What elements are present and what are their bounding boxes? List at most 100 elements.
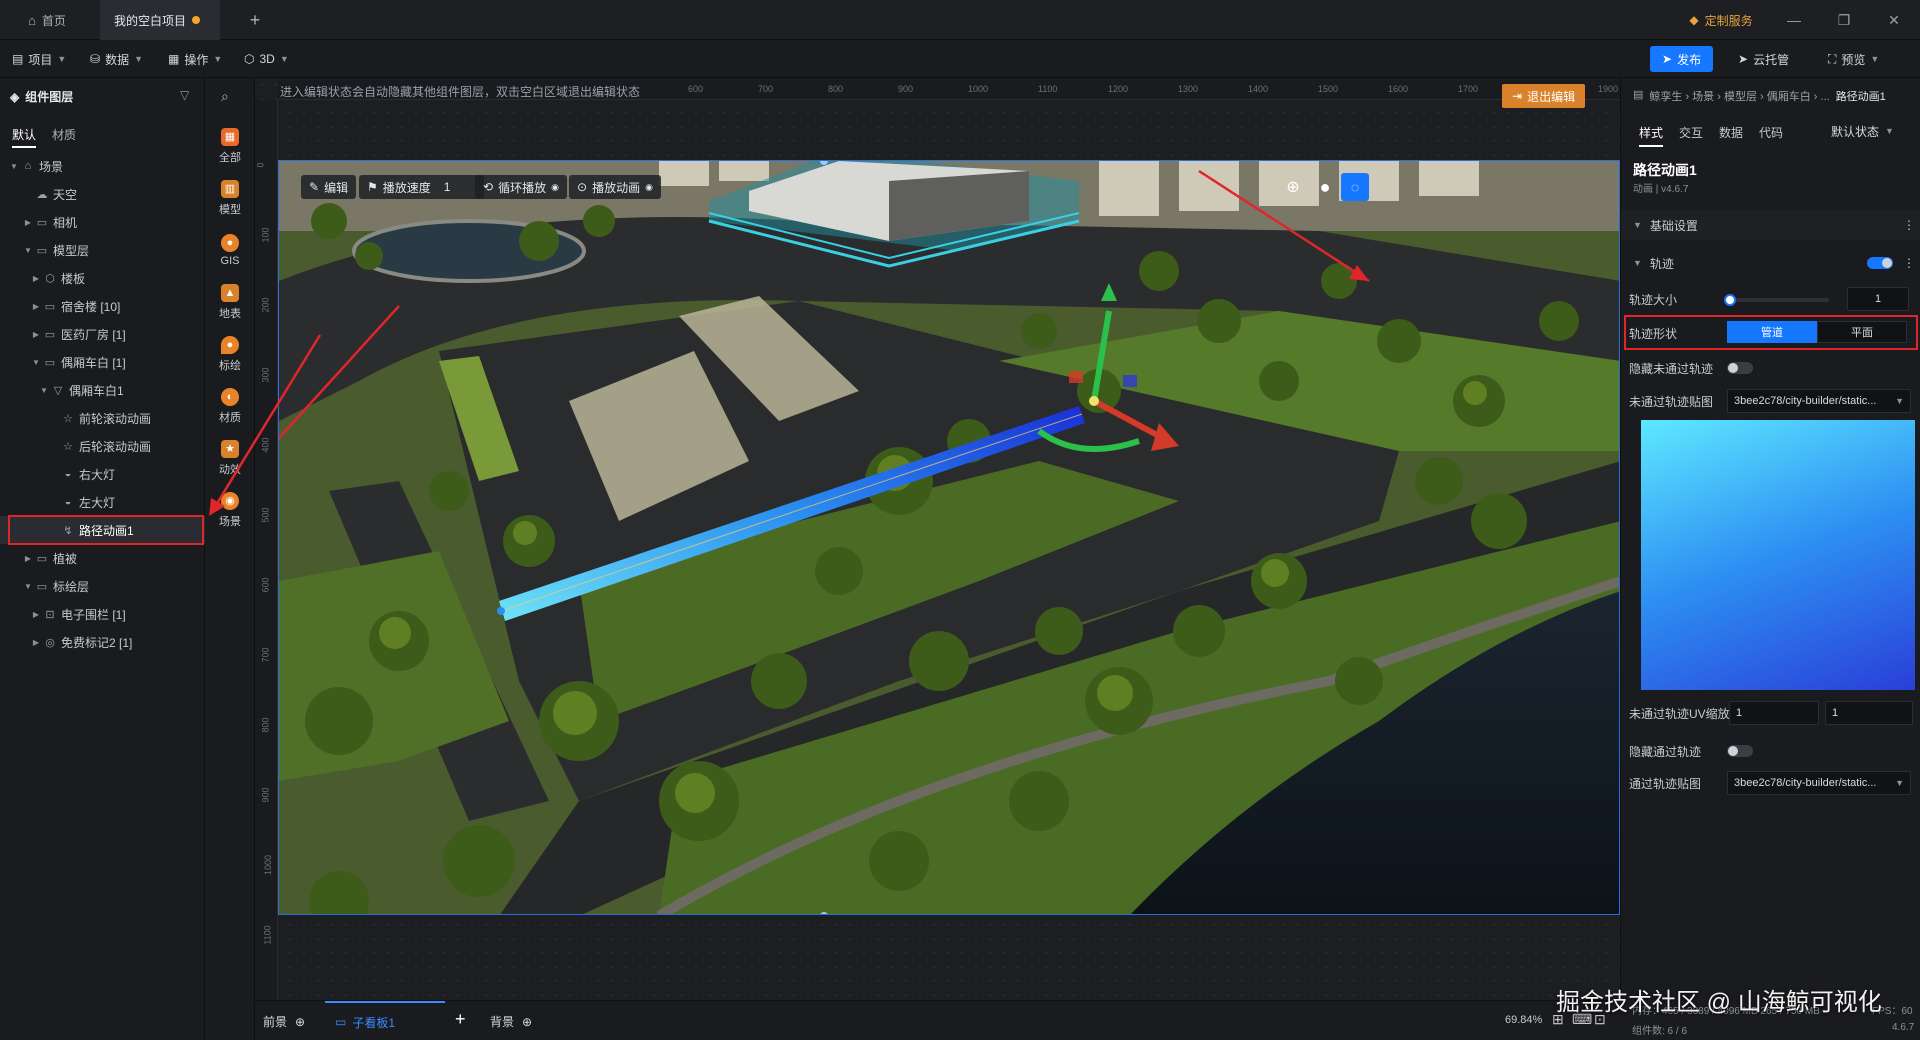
section-basic-settings[interactable]: ▼ 基础设置 ⋮ xyxy=(1621,210,1920,240)
category-label: GIS xyxy=(220,254,240,267)
play-speed-control[interactable]: ⚑ 播放速度 1 xyxy=(359,175,484,199)
category-gis[interactable]: ● GIS xyxy=(205,224,255,276)
caret-down-icon: ▼ xyxy=(10,161,18,171)
hide-unpassed-toggle[interactable] xyxy=(1727,362,1753,374)
chevron-down-icon: ▼ xyxy=(1885,126,1894,136)
tree-item-right-light[interactable]: ◒ 右大灯 xyxy=(0,460,205,488)
component-category-bar: ⌕ ▦ 全部 ▥ 模型 ● GIS ▲ 地表 ● 标绘 ◐ 材质 ★ 动效 ◉ … xyxy=(205,78,255,1040)
menu-data[interactable]: ⛁ 数据 ▼ xyxy=(90,40,143,78)
annotation-arrow-left xyxy=(209,334,322,516)
category-terrain[interactable]: ▲ 地表 xyxy=(205,276,255,328)
tab-interaction[interactable]: 交互 xyxy=(1679,124,1703,141)
breadcrumb-path[interactable]: 鲸孪生 › 场景 › 模型层 › 偶厢车白 › ... xyxy=(1649,88,1829,104)
unpassed-texture-label: 未通过轨迹贴图 xyxy=(1629,394,1714,409)
caret-right-icon: ▶ xyxy=(24,217,32,227)
minimize-button[interactable]: — xyxy=(1780,8,1808,32)
add-board-button[interactable]: + xyxy=(455,1009,466,1030)
add-tab-button[interactable]: + xyxy=(240,0,270,40)
add-circle-icon[interactable]: ⊕ xyxy=(522,1015,532,1029)
track-toggle[interactable] xyxy=(1867,257,1893,269)
tree-item-plot-layer[interactable]: ▼ ▭ 标绘层 xyxy=(0,572,205,600)
background-layer[interactable]: 背景 ⊕ xyxy=(490,1013,532,1030)
tab-material[interactable]: 材质 xyxy=(52,126,76,143)
menu-3d-label: 3D xyxy=(259,52,275,66)
uv-scale-y-input[interactable]: 1 xyxy=(1825,701,1913,725)
component-count: 组件数: 6 / 6 xyxy=(1632,1026,1688,1037)
track-size-input[interactable]: 1 xyxy=(1847,287,1909,311)
tree-item-van-group[interactable]: ▼ ▭ 偶厢车白 [1] xyxy=(0,348,205,376)
track-size-label: 轨迹大小 xyxy=(1629,292,1678,307)
file-icon: ▤ xyxy=(12,52,24,66)
board-bar: 前景 ⊕ ▭ 子看板1 + 背景 ⊕ 69.84% ⊞ ⌨ ⊡ xyxy=(255,1000,1620,1040)
tree-item-dorm[interactable]: ▶ ▭ 宿舍楼 [10] xyxy=(0,292,205,320)
tab-home[interactable]: ⌂ 首页 xyxy=(12,0,82,40)
search-icon[interactable]: ⌕ xyxy=(221,88,229,105)
uv-scale-x-input[interactable]: 1 xyxy=(1729,701,1819,725)
edit-path-button[interactable]: ✎ 编辑 xyxy=(301,175,357,199)
preview-button[interactable]: ⛶ 预览 ▼ xyxy=(1828,40,1879,78)
state-select[interactable]: 默认状态 ▼ xyxy=(1831,120,1894,142)
tree-item-factory[interactable]: ▶ ▭ 医药厂房 [1] xyxy=(0,320,205,348)
3d-viewport[interactable]: ✎ 编辑 ⚑ 播放速度 1 ⟲ 循环播放 ◉ ⊙ 播放动画 ◉ ⊕ ● ◌ xyxy=(278,160,1620,915)
category-model[interactable]: ▥ 模型 xyxy=(205,172,255,224)
tree-item-front-wheel[interactable]: ☆ 前轮滚动动画 xyxy=(0,404,205,432)
row-hide-passed: 隐藏通过轨迹 xyxy=(1621,736,1920,766)
folder-icon: ▭ xyxy=(36,580,48,593)
tab-style[interactable]: 样式 xyxy=(1639,124,1664,147)
tree-item-marker[interactable]: ▶ ◎ 免费标记2 [1] xyxy=(0,628,205,656)
menu-3d[interactable]: ⬡ 3D ▼ xyxy=(244,40,289,78)
cloud-host-button[interactable]: ➤ 云托管 xyxy=(1738,40,1789,78)
orbit-view-icon[interactable]: ◌ xyxy=(1341,173,1369,201)
tree-item-camera[interactable]: ▶ ▭ 相机 xyxy=(0,208,205,236)
caret-right-icon: ▶ xyxy=(32,329,40,339)
add-circle-icon[interactable]: ⊕ xyxy=(295,1015,305,1029)
ruler-tick-label: 1700 xyxy=(1458,84,1479,94)
speed-value[interactable]: 1 xyxy=(436,180,476,194)
hide-passed-toggle[interactable] xyxy=(1727,745,1753,757)
tree-item-model-layer[interactable]: ▼ ▭ 模型层 xyxy=(0,236,205,264)
publish-button[interactable]: ➤ 发布 xyxy=(1650,46,1714,72)
section-track[interactable]: ▼ 轨迹 ⋮ xyxy=(1621,248,1920,278)
category-all[interactable]: ▦ 全部 xyxy=(205,120,255,172)
tab-project[interactable]: 我的空白项目 xyxy=(100,0,220,40)
menu-project[interactable]: ▤ 项目 ▼ xyxy=(12,40,66,78)
tree-item-left-light[interactable]: ◒ 左大灯 xyxy=(0,488,205,516)
more-icon[interactable]: ⋮ xyxy=(1903,256,1915,270)
chevron-down-icon: ▼ xyxy=(1895,778,1904,788)
tree-item-rear-wheel[interactable]: ☆ 后轮滚动动画 xyxy=(0,432,205,460)
subboard-tab[interactable]: ▭ 子看板1 xyxy=(325,1001,445,1040)
close-window-button[interactable]: ✕ xyxy=(1880,8,1908,32)
exit-edit-button[interactable]: ⇥ 退出编辑 xyxy=(1502,84,1586,108)
loop-play-toggle[interactable]: ⟲ 循环播放 ◉ xyxy=(475,175,567,199)
tab-code[interactable]: 代码 xyxy=(1759,124,1783,141)
filter-icon[interactable]: ▽ xyxy=(180,88,189,102)
send-icon: ➤ xyxy=(1662,52,1673,66)
ruler-tick-label: 1100 xyxy=(262,925,273,945)
custom-service-button[interactable]: ◆ 定制服务 xyxy=(1680,0,1762,40)
maximize-button[interactable]: ❐ xyxy=(1830,8,1858,32)
layer-panel-title: 组件图层 xyxy=(25,90,74,104)
sphere-view-icon[interactable]: ● xyxy=(1313,175,1337,199)
breadcrumb-icon: ▤ xyxy=(1633,89,1644,101)
zoom-level[interactable]: 69.84% xyxy=(1505,1014,1542,1026)
unpassed-texture-select[interactable]: 3bee2c78/city-builder/static... ▼ xyxy=(1727,389,1911,413)
tree-item-van[interactable]: ▼ ▽ 偶厢车白1 xyxy=(0,376,205,404)
tab-default[interactable]: 默认 xyxy=(12,126,37,148)
globe-view-icon[interactable]: ⊕ xyxy=(1281,175,1305,199)
more-icon[interactable]: ⋮ xyxy=(1903,218,1915,232)
track-size-slider[interactable] xyxy=(1724,294,1829,306)
tab-data[interactable]: 数据 xyxy=(1719,124,1743,141)
tree-item-vegetation[interactable]: ▶ ▭ 植被 xyxy=(0,544,205,572)
foreground-layer[interactable]: 前景 ⊕ xyxy=(263,1013,305,1030)
tree-item-sky[interactable]: ☁ 天空 xyxy=(0,180,205,208)
ruler-tick-label: 700 xyxy=(260,647,271,663)
passed-texture-select[interactable]: 3bee2c78/city-builder/static... ▼ xyxy=(1727,771,1911,795)
menu-operate[interactable]: ▦ 操作 ▼ xyxy=(168,40,222,78)
tree-item-scene[interactable]: ▼ ⌂ 场景 xyxy=(0,152,205,180)
menu-data-label: 数据 xyxy=(105,52,130,67)
cube-icon: ⬡ xyxy=(244,52,255,66)
play-animation-toggle[interactable]: ⊙ 播放动画 ◉ xyxy=(569,175,661,199)
tree-item-slab[interactable]: ▶ ⬡ 楼板 xyxy=(0,264,205,292)
tree-item-fence[interactable]: ▶ ⊡ 电子围栏 [1] xyxy=(0,600,205,628)
slider-thumb[interactable] xyxy=(1724,294,1736,306)
